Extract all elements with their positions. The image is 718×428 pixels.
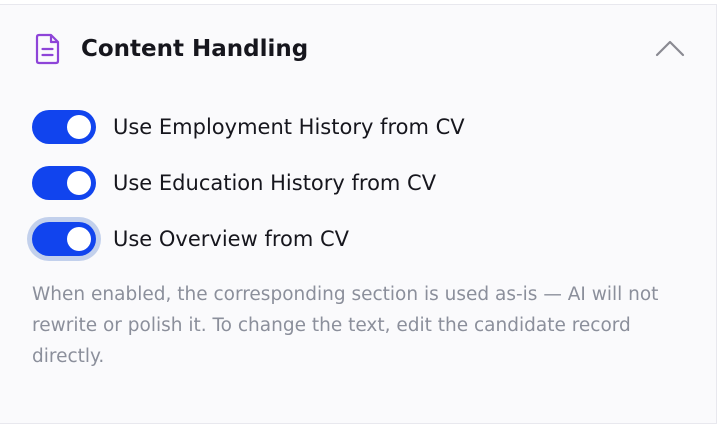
toggle-knob [67,115,91,139]
toggle-label-education-history: Use Education History from CV [113,171,437,195]
section-title: Content Handling [81,36,309,62]
employment-history-toggle[interactable] [32,110,96,144]
toggle-row-employment-history[interactable]: Use Employment History from CV [32,109,465,145]
chevron-up-icon[interactable] [652,33,688,63]
toggle-knob [67,227,91,251]
toggle-row-education-history[interactable]: Use Education History from CV [32,165,436,201]
content-handling-panel: Content Handling Use Employment History … [0,4,717,424]
toggle-label-employment-history: Use Employment History from CV [113,115,465,139]
overview-toggle[interactable] [32,222,96,256]
toggle-row-overview[interactable]: Use Overview from CV [32,221,349,257]
toggle-knob [67,171,91,195]
toggle-label-overview: Use Overview from CV [113,227,350,251]
education-history-toggle[interactable] [32,166,96,200]
help-text: When enabled, the corresponding section … [32,284,659,367]
section-header[interactable]: Content Handling [0,5,716,93]
document-icon [34,32,62,66]
